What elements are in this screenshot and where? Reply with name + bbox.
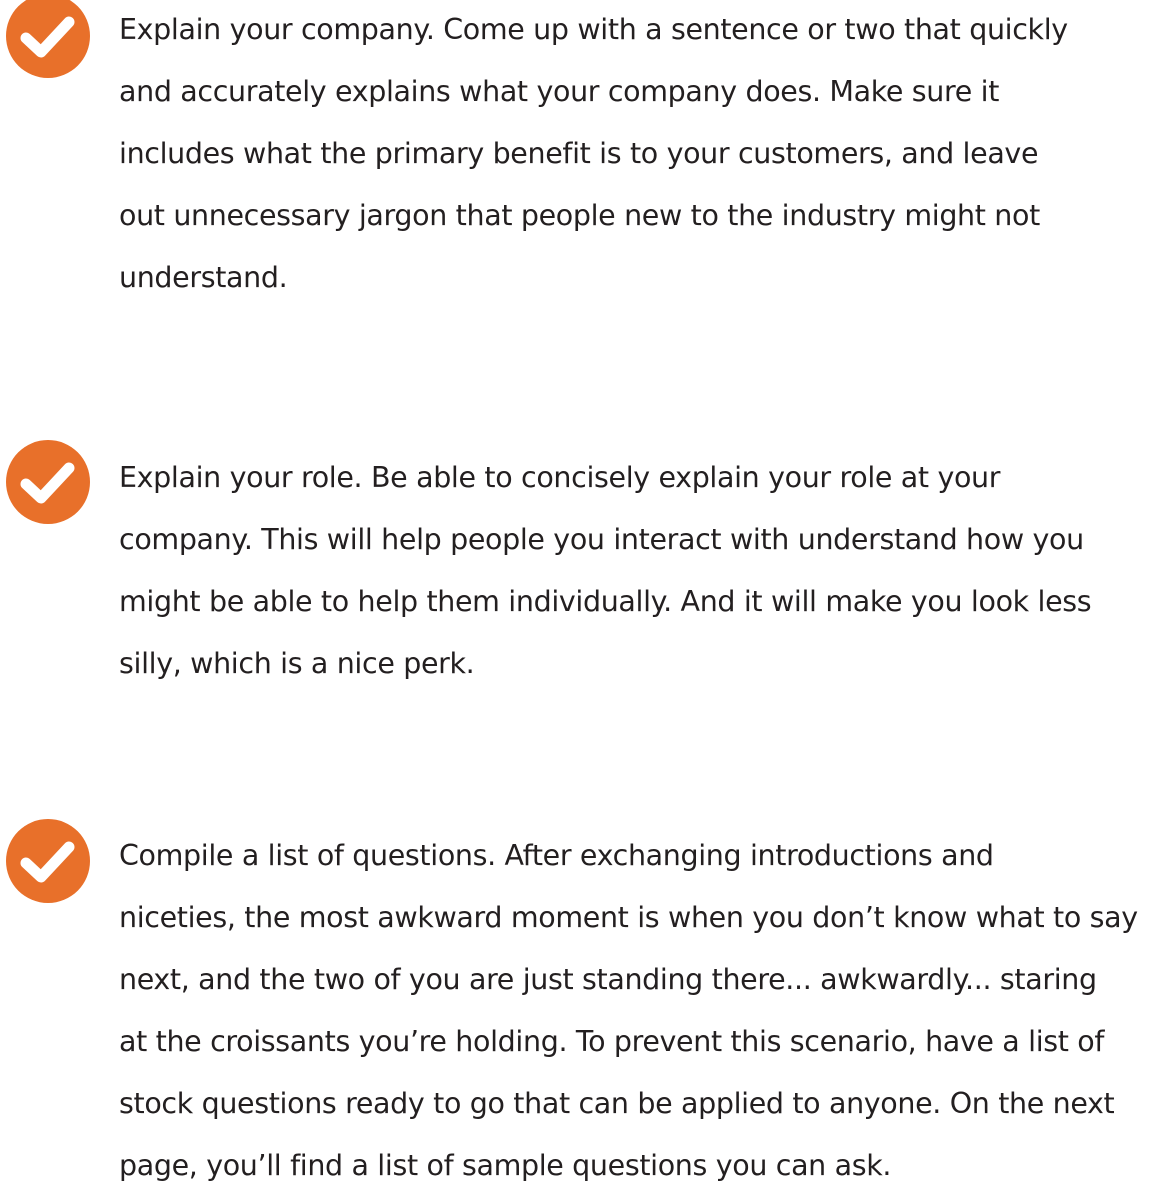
item-text-line: stock questions ready to go that can be … [119,1087,1115,1120]
item-text-line: silly, which is a nice perk. [119,647,475,680]
item-text-line: Explain your role. Be able to concisely … [119,461,1001,494]
item-text-line: Explain your company. Come up with a sen… [119,13,1068,46]
item-text-line: niceties, the most awkward moment is whe… [119,901,1138,934]
check-circle-icon [6,440,90,524]
item-text-line: includes what the primary benefit is to … [119,137,1039,170]
item-text-line: Compile a list of questions. After excha… [119,839,994,872]
item-text-line: might be able to help them individually.… [119,585,1092,618]
item-text-line: at the croissants you’re holding. To pre… [119,1025,1105,1058]
item-text-line: and accurately explains what your compan… [119,75,1000,108]
item-text-line: understand. [119,261,288,294]
item-text-line: next, and the two of you are just standi… [119,963,1097,996]
check-circle-icon [6,0,90,78]
item-text-line: company. This will help people you inter… [119,523,1084,556]
item-text-line: out unnecessary jargon that people new t… [119,199,1040,232]
check-circle-icon [6,819,90,903]
item-text-line: page, you’ll find a list of sample quest… [119,1149,892,1182]
